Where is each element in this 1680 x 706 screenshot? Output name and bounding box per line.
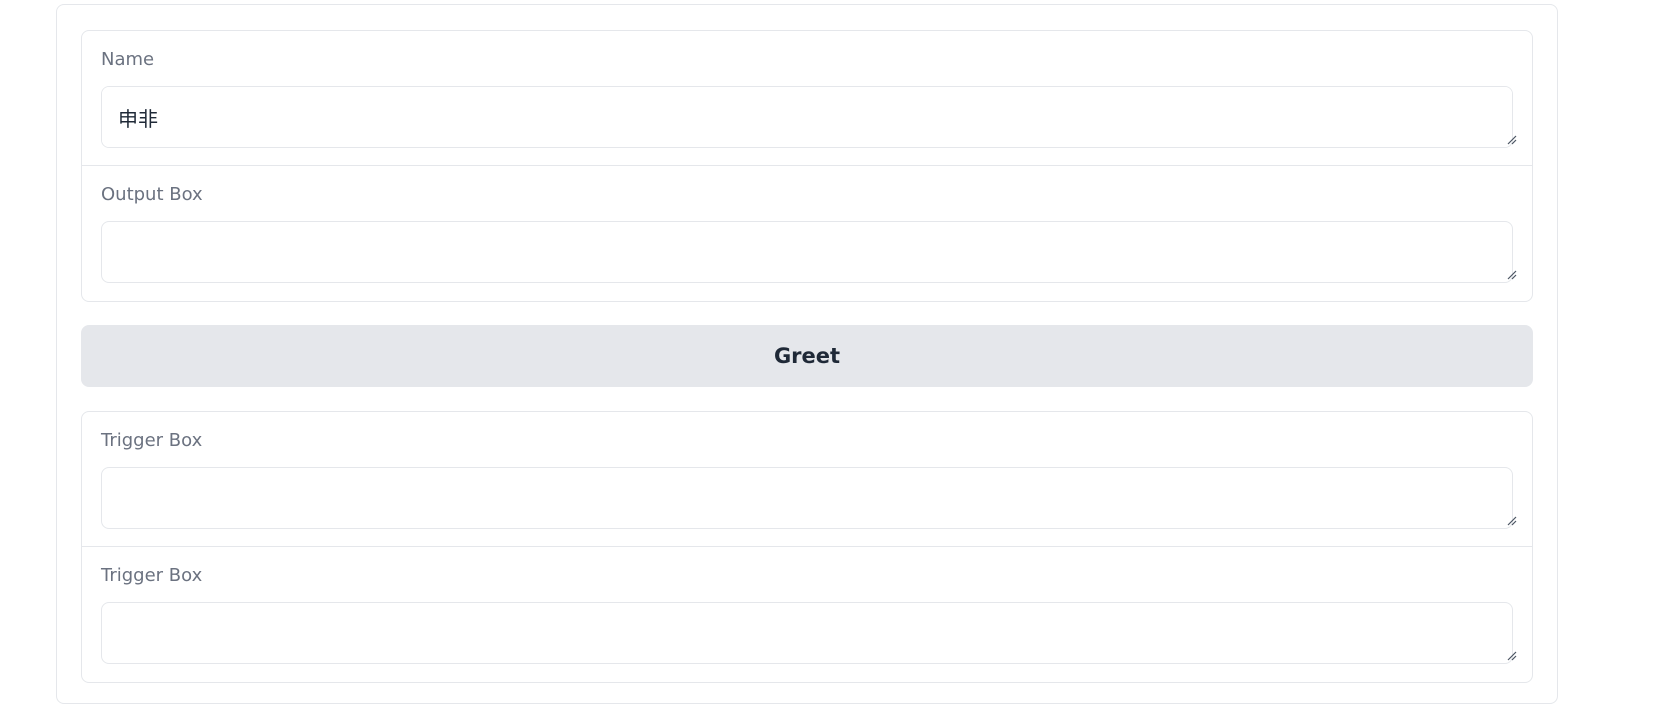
- output-field: Output Box: [82, 166, 1532, 301]
- trigger-group: Trigger Box Trigger Box: [81, 411, 1533, 683]
- name-input[interactable]: 申非: [101, 86, 1513, 148]
- output-textarea-wrapper: [82, 166, 1532, 301]
- input-output-group: Name 申非 Output Box: [81, 30, 1533, 302]
- trigger-box-1[interactable]: [101, 467, 1513, 529]
- trigger-box-2[interactable]: [101, 602, 1513, 664]
- trigger-field-2: Trigger Box: [82, 547, 1532, 682]
- trigger-textarea-wrapper-2: [82, 547, 1532, 682]
- trigger-textarea-wrapper-1: [82, 412, 1532, 546]
- name-textarea-wrapper: 申非: [82, 31, 1532, 165]
- trigger-field-1: Trigger Box: [82, 412, 1532, 547]
- output-box[interactable]: [101, 221, 1513, 283]
- greet-button[interactable]: Greet: [81, 325, 1533, 387]
- name-field: Name 申非: [82, 31, 1532, 166]
- interface-container: Name 申非 Output Box Greet Trigger Box Tri…: [56, 4, 1558, 704]
